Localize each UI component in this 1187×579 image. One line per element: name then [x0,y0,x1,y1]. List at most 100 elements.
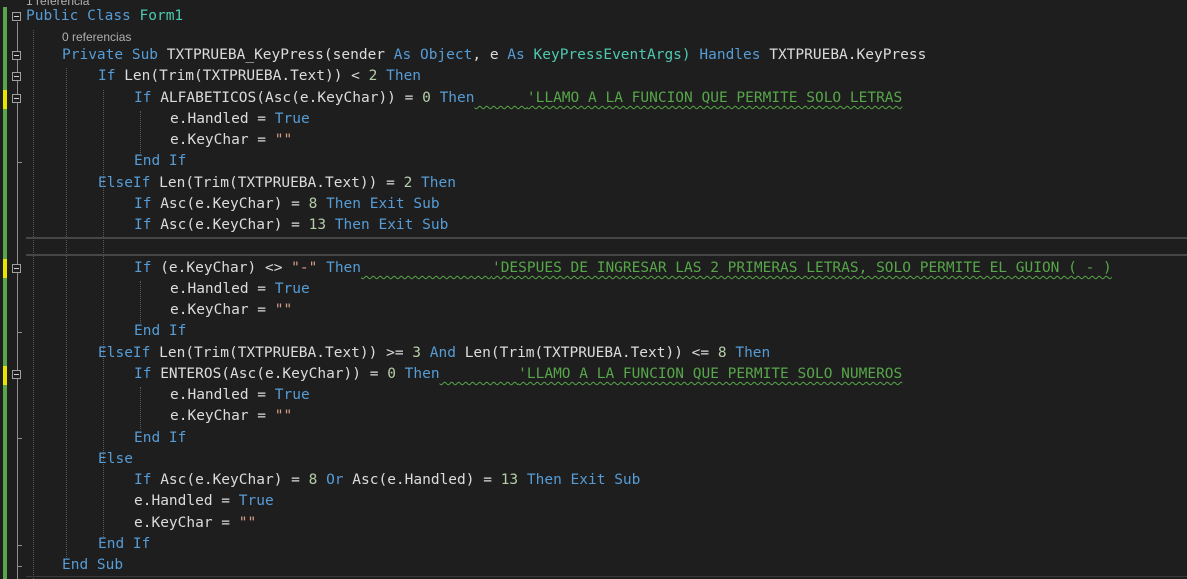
unsaved-change-marker-icon [3,90,7,109]
keyword: End If [98,536,151,552]
code-line-23[interactable]: e.Handled = True [134,491,274,512]
keyword: True [238,493,274,509]
number: 0 [422,90,431,106]
fold-end-marker [17,162,22,163]
code-text: TXTPRUEBA.KeyPress [769,47,927,63]
code-text: e.KeyChar = [170,302,275,318]
comment: 'DESPUES DE INGRESAR LAS 2 PRIMERAS LETR… [491,260,1112,276]
keyword: Then [404,366,440,382]
code-line-15[interactable]: End If [134,321,186,342]
string: "" [274,132,293,148]
code-text: Len(Trim(TXTPRUEBA.Text)) < [124,68,369,84]
code-line-18[interactable]: e.Handled = True [170,385,310,406]
keyword: End Sub [62,557,124,573]
code-line-2[interactable]: Private Sub TXTPRUEBA_KeyPress(sender As… [62,45,926,66]
keyword: If [98,68,116,84]
code-line-26[interactable]: End Sub [62,555,123,576]
current-line-highlight [26,237,1187,256]
code-line-7[interactable]: End If [134,151,186,172]
editor-margin [0,0,26,579]
keyword: As [507,47,525,63]
code-line-4[interactable]: If ALFABETICOS(Asc(e.KeyChar)) = 0 Then … [134,88,902,109]
number: 8 [717,345,727,361]
collapse-minus-icon[interactable] [12,72,21,81]
keyword: If [134,196,152,212]
fold-end-marker [17,566,22,567]
string: "-" [291,260,318,276]
class-name: Form1 [139,8,184,24]
keyword: End If [134,153,187,169]
code-text: Len(Trim(TXTPRUEBA.Text)) = [159,175,404,191]
code-text: Asc(e.KeyChar) = [160,196,309,212]
code-line-20[interactable]: End If [134,428,186,449]
fold-end-marker [17,438,22,439]
comment: 'LLAMO A LA FUNCION QUE PERMITE SOLO LET… [526,90,903,106]
indent-guide [140,387,141,429]
keyword: If [134,472,152,488]
number: 13 [500,472,519,488]
fold-end-marker [17,545,22,546]
code-text: e.Handled = [170,387,275,403]
code-text: , e [472,47,499,63]
editor-bottom-edge [26,576,1187,577]
code-line-19[interactable]: e.KeyChar = "" [170,406,292,427]
code-line-5[interactable]: e.Handled = True [170,109,310,130]
code-line-8[interactable]: ElseIf Len(Trim(TXTPRUEBA.Text)) = 2 The… [98,173,456,194]
code-text: Asc(e.KeyChar) = [160,472,309,488]
code-line-14[interactable]: e.KeyChar = "" [170,300,292,321]
keyword: True [274,281,310,297]
number: 2 [403,175,413,191]
code-editor[interactable]: 1 referencia 0 referencias Public Class … [0,0,1187,579]
keyword: Then [439,90,475,106]
collapse-minus-icon[interactable] [12,370,21,379]
codelens-references[interactable]: 0 referencias [62,29,131,45]
code-line-3[interactable]: If Len(Trim(TXTPRUEBA.Text)) < 2 Then [98,66,421,87]
keyword: And [429,345,456,361]
keyword: End If [134,430,187,446]
keyword: Then [326,260,362,276]
keyword: As [393,47,412,63]
code-line-12[interactable]: If (e.KeyChar) <> "-" Then 'DESPUES DE I… [134,258,1112,279]
code-text: Asc(e.KeyChar) = [160,217,309,233]
code-text: e.Handled = [170,281,275,297]
indent-guide [140,281,141,323]
keyword: Then [386,68,422,84]
collapse-minus-icon[interactable] [12,94,21,103]
code-line-25[interactable]: End If [98,534,150,555]
keyword: Then [735,345,771,361]
string: "" [274,302,293,318]
keyword: Sub [131,47,159,63]
keyword: If [134,90,152,106]
code-text: ALFABETICOS(Asc(e.KeyChar)) = [160,90,423,106]
code-line-24[interactable]: e.KeyChar = "" [134,513,256,534]
collapse-minus-icon[interactable] [12,12,21,21]
code-line-22[interactable]: If Asc(e.KeyChar) = 8 Or Asc(e.Handled) … [134,470,640,491]
code-text: (e.KeyChar) <> [160,260,292,276]
code-line-9[interactable]: If Asc(e.KeyChar) = 8 Then Exit Sub [134,194,440,215]
code-text: TXTPRUEBA_KeyPress(sender [166,47,386,63]
collapse-minus-icon[interactable] [12,264,21,273]
collapse-minus-icon[interactable] [12,51,21,60]
keyword: Object [419,47,473,63]
code-line-21[interactable]: Else [98,449,133,470]
comment: 'LLAMO A LA FUNCION QUE PERMITE SOLO NUM… [518,366,903,382]
code-line-10[interactable]: If Asc(e.KeyChar) = 13 Then Exit Sub [134,215,448,236]
outline-rail [17,22,18,579]
code-text: Len(Trim(TXTPRUEBA.Text)) <= [464,345,718,361]
code-text: e.KeyChar = [134,515,239,531]
keyword: True [274,111,310,127]
code-line-6[interactable]: e.KeyChar = "" [170,130,292,151]
unsaved-change-marker-icon [3,366,7,385]
keyword: ElseIf [98,175,151,191]
keyword: Or [326,472,344,488]
code-line-13[interactable]: e.Handled = True [170,279,310,300]
code-line-16[interactable]: ElseIf Len(Trim(TXTPRUEBA.Text)) >= 3 An… [98,343,770,364]
code-line-17[interactable]: If ENTEROS(Asc(e.KeyChar)) = 0 Then 'LLA… [134,364,902,385]
keyword: Then Exit Sub [526,472,641,488]
keyword: If [134,260,152,276]
unsaved-change-marker-icon [3,259,7,278]
number: 8 [308,196,318,212]
keyword: If [134,366,152,382]
keyword: Else [98,451,133,467]
code-line-1[interactable]: Public Class Form1 [26,6,183,27]
